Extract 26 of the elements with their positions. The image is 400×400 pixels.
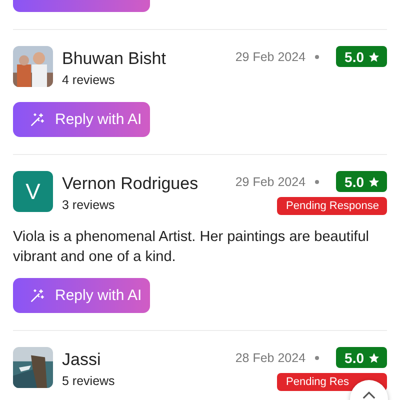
review-date: 28 Feb 2024 — [235, 350, 306, 364]
rating-badge: 5.0 — [336, 171, 387, 192]
rating-badge: 5.0 — [336, 46, 387, 67]
separator-dot — [314, 54, 319, 58]
reviewer-name: Jassi — [62, 349, 102, 371]
separator-dot — [314, 180, 319, 184]
reviewer-name: Bhuwan Bisht — [62, 48, 167, 70]
magic-wand-icon — [29, 112, 45, 128]
reply-button[interactable]: Reply with AI — [13, 102, 150, 137]
avatar: V — [13, 171, 53, 212]
star-icon — [368, 176, 380, 188]
separator-dot — [314, 356, 319, 360]
star-icon — [368, 352, 380, 364]
review-count: 3 reviews — [62, 197, 116, 214]
status-badge: Pending Response — [277, 197, 387, 215]
reply-button[interactable]: Reply with AI — [13, 278, 150, 313]
review-date: 29 Feb 2024 — [235, 50, 306, 64]
review-date: 29 Feb 2024 — [235, 174, 306, 188]
reviewer-name: Vernon Rodrigues — [62, 173, 200, 195]
review-text: Viola is a phenomenal Artist. Her paintings are beautiful vibrant and one of a kind. — [13, 228, 370, 267]
rating-badge: 5.0 — [336, 347, 387, 368]
review-count: 4 reviews — [62, 72, 116, 89]
review-count: 5 reviews — [62, 373, 116, 390]
chevron-up-icon — [361, 390, 377, 400]
star-icon — [368, 50, 380, 62]
magic-wand-icon — [29, 288, 45, 304]
